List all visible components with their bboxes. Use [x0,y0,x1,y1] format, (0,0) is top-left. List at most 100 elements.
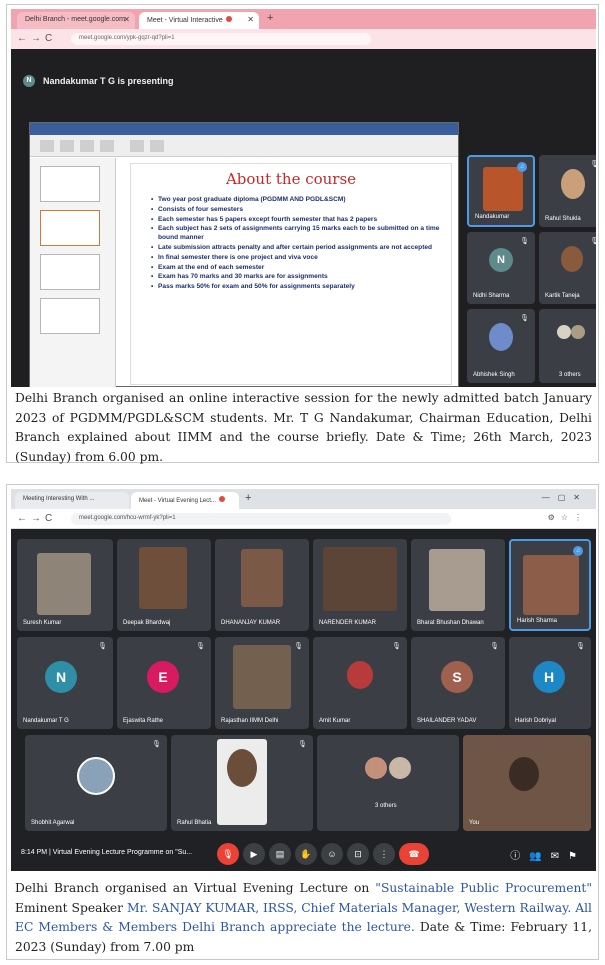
participant-tile[interactable]: Bharat Bhushan Dhawan [411,539,505,631]
participant-tile[interactable]: Suresh Kumar [17,539,113,631]
participant-tile[interactable]: N 🎙 Nidhi Sharma [467,232,535,304]
participant-initial: N [489,248,513,272]
browser-tab[interactable]: Meeting Interesting With ... [15,492,129,509]
participant-tile[interactable]: S 🎙 SHAILANDER YADAV [411,637,505,729]
participant-name: Bharat Bhushan Dhawan [417,620,484,626]
participant-name: You [469,820,480,826]
participant-tile[interactable]: H 🎙 Harish Dobriyal [509,637,591,729]
slide-thumbnail[interactable] [40,254,100,290]
browser-tab[interactable]: Delhi Branch - meet.google.com ✕ [17,12,135,29]
toolbar-icon[interactable] [130,140,144,152]
browser-tab-title: Meet - Virtual Evening Lect... [139,498,216,504]
caption-part: Eminent Speaker [15,900,127,915]
news-panel-evening-lecture: Meeting Interesting With ... Meet - Virt… [6,484,599,960]
speaking-icon: ♫ [517,162,527,172]
participant-name: Kartik Taneja [545,293,580,299]
mic-off-icon: 🎙 [590,238,596,245]
browser-tab-active[interactable]: Meet - Virtual Interactive ✕ [139,12,259,29]
end-call-button[interactable]: ☎ [399,843,429,865]
participant-photo [561,169,585,199]
participant-initial: E [147,661,179,693]
participant-tile[interactable]: 🎙 Amit Kumar [313,637,407,729]
window-controls-icon[interactable]: —▢✕ [542,493,588,502]
shared-slide-window: About the course Two year post graduate … [29,122,459,387]
nav-arrows-icon[interactable]: ←→C [17,513,56,524]
meeting-time-title: 8:14 PM | Virtual Evening Lecture Progra… [21,849,193,856]
participant-photo [347,661,373,689]
mic-off-icon: 🎙 [490,643,499,650]
participant-tile[interactable]: 🎙 Rahul Bhatia [171,735,313,831]
participant-name: NARENDER KUMAR [319,620,377,626]
browser-tab-active[interactable]: Meet - Virtual Evening Lect... [131,492,239,509]
participant-tile-others[interactable]: 3 others [539,309,596,383]
slide-bullet: Exam at the end of each semester [151,264,446,273]
meeting-side-icons[interactable]: ⓘ👥✉⚑ [510,847,586,862]
captions-button[interactable]: ▤ [269,843,291,865]
camera-button[interactable]: ▶ [243,843,265,865]
toolbar-icon[interactable] [40,140,54,152]
slide-bullet: Late submission attracts penalty and aft… [151,244,446,253]
close-icon[interactable]: ✕ [123,15,130,24]
nav-arrows-icon[interactable]: ←→C [17,33,56,44]
participant-tile[interactable]: NARENDER KUMAR [313,539,407,631]
url-field[interactable]: meet.google.com/ypk-gqzr-qd?pli=1 [71,33,371,45]
browser-toolbar-icons[interactable]: ⚙☆⋮ [548,513,588,522]
participant-name: Harish Sharma [517,618,558,624]
address-bar: ←→C meet.google.com/ypk-gqzr-qd?pli=1 [11,29,596,49]
news-panel-online-session: Delhi Branch - meet.google.com ✕ Meet - … [6,4,599,464]
participant-tile[interactable]: DHANANJAY KUMAR [215,539,309,631]
slide-title: About the course [225,170,357,188]
slide-thumbnail[interactable] [40,166,100,202]
toolbar-icon[interactable] [80,140,94,152]
emoji-button[interactable]: ☺ [321,843,343,865]
mic-off-icon: 🎙 [520,238,529,245]
participant-photo [429,549,485,611]
raise-hand-button[interactable]: ✋ [295,843,317,865]
participant-tile[interactable]: ♫ Nandakumar [467,155,535,227]
slide-thumbnail-active[interactable] [40,210,100,246]
participant-tile[interactable]: N 🎙 Nandakumar T G [17,637,113,729]
recording-dot-icon [225,16,232,22]
more-options-button[interactable]: ⋮ [373,843,395,865]
participant-tile[interactable]: 🎙 Kartik Taneja [539,232,596,304]
participant-tile[interactable]: 🎙 Rahul Shukla [539,155,596,227]
speaking-icon: ♫ [573,546,583,556]
toolbar-icon[interactable] [100,140,114,152]
slide-bullet: Each subject has 2 sets of assignments c… [151,225,446,243]
participant-photo [241,549,283,607]
mic-off-icon: 🎙 [196,643,205,650]
participant-tile-self[interactable]: You [463,735,591,831]
caption-text: Delhi Branch organised an online interac… [15,391,592,464]
participant-tile[interactable]: 🎙 Shobhit Agarwal [25,735,167,831]
slide-thumbnail[interactable] [40,298,100,334]
participant-tile[interactable]: 🎙 Rajasthan IIMM Delhi [215,637,309,729]
participant-tile[interactable]: 🎙 Abhishek Singh [467,309,535,383]
present-button[interactable]: ⊡ [347,843,369,865]
mic-off-button[interactable]: 🎙 [217,843,239,865]
browser-tab-strip: Meeting Interesting With ... Meet - Virt… [11,489,596,509]
toolbar-icon[interactable] [150,140,164,152]
slide-thumbnails [30,158,116,387]
new-tab-icon[interactable]: + [245,492,251,504]
participant-photo [37,553,91,615]
close-icon[interactable]: ✕ [247,15,254,24]
participant-name: Rajasthan IIMM Delhi [221,718,279,724]
participant-name: SHAILANDER YADAV [417,718,477,724]
participant-tile-others[interactable]: 3 others [317,735,459,831]
toolbar-icon[interactable] [60,140,74,152]
participant-name: Abhishek Singh [473,372,515,378]
participant-name: Ejaswita Rathe [123,718,164,724]
slide-bullet-list: Two year post graduate diploma (PGDMM AN… [151,196,446,293]
participant-name: Nandakumar [475,214,510,220]
browser-tab-strip: Delhi Branch - meet.google.com ✕ Meet - … [11,9,596,29]
participant-tile[interactable]: E 🎙 Ejaswita Rathe [117,637,211,729]
meeting-controls-bar: 8:14 PM | Virtual Evening Lecture Progra… [11,837,596,871]
participant-initial: S [441,661,473,693]
participant-tile[interactable]: ♫ Harish Sharma [509,539,591,631]
avatar: N [23,75,35,87]
slide-bullet: Pass marks 50% for exam and 50% for assi… [151,283,446,292]
new-tab-icon[interactable]: + [267,12,273,24]
participant-tile[interactable]: Deepak Bhardwaj [117,539,211,631]
slide-bullet: Consists of four semesters [151,206,446,215]
url-field[interactable]: meet.google.com/hcu-wrmf-yk?pli=1 [71,513,451,525]
